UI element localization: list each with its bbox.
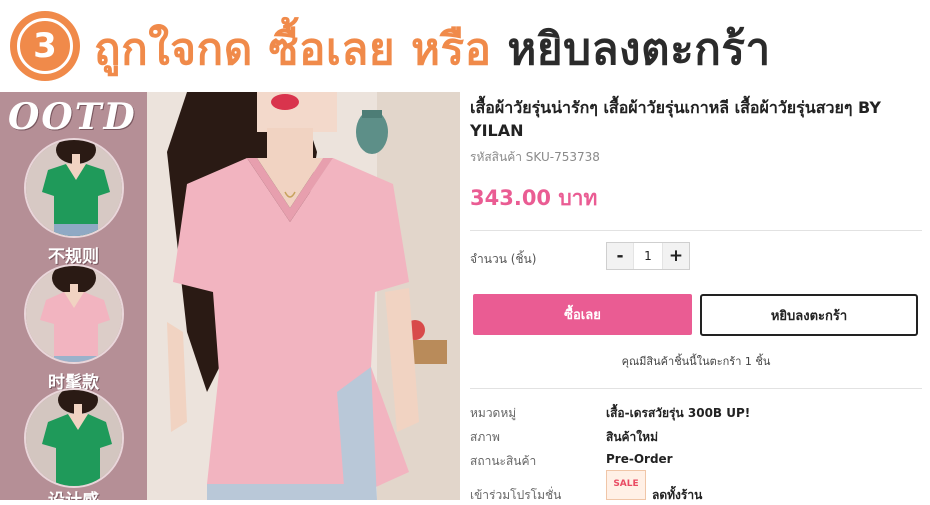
cart-status-note: คุณมีสินค้าชิ้นนี้ในตะกร้า 1 ชิ้น xyxy=(621,355,771,368)
condition-value: สินค้าใหม่ xyxy=(606,430,658,444)
ootd-logo: OOTD xyxy=(8,96,137,138)
condition-label: สภาพ xyxy=(470,430,500,444)
category-value[interactable]: เสื้อ-เดรสวัยรุ่น 300B UP! xyxy=(606,404,750,423)
buy-now-button[interactable]: ซื้อเลย xyxy=(473,294,692,335)
promotion-sale-badge[interactable]: SALE xyxy=(606,470,646,500)
step-number-badge: 3 xyxy=(10,11,80,81)
category-label: หมวดหมู่ xyxy=(470,406,517,420)
step-number: 3 xyxy=(17,18,73,74)
sale-badge-text: SALE xyxy=(613,479,639,489)
instruction-text-part3: หยิบลงตะกร้า xyxy=(507,24,771,75)
pink-shirt-thumbnail xyxy=(24,264,124,364)
status-label: สถานะสินค้า xyxy=(470,454,537,468)
quantity-increase-button[interactable]: + xyxy=(663,243,689,269)
green-shirt-thumbnail xyxy=(24,138,124,238)
instruction-text: ถูกใจกด ซื้อเลย หรือ หยิบลงตะกร้า xyxy=(94,14,771,84)
promotion-value[interactable]: ลดทั้งร้าน xyxy=(652,486,702,505)
add-to-cart-button[interactable]: หยิบลงตะกร้า xyxy=(700,294,918,336)
product-price: 343.00 บาท xyxy=(470,186,598,210)
instruction-text-part1: ถูกใจกด xyxy=(94,24,269,75)
promotion-label: เข้าร่วมโปรโมชั่น xyxy=(470,488,562,502)
divider xyxy=(470,388,922,389)
gallery-caption-3: 设计感 xyxy=(0,486,147,500)
status-value: Pre-Order xyxy=(606,452,673,466)
product-sku: รหัสสินค้า SKU-753738 xyxy=(470,150,600,164)
quantity-stepper[interactable]: - 1 + xyxy=(606,242,690,270)
style-gallery-strip: OOTD 不规则 时髦款 xyxy=(0,92,147,500)
quantity-label: จำนวน (ชิ้น) xyxy=(470,252,537,266)
instruction-text-part2: ซื้อเลย หรือ xyxy=(268,24,508,75)
product-image[interactable]: OOTD 不规则 时髦款 xyxy=(0,92,460,500)
instruction-header: 3 ถูกใจกด ซื้อเลย หรือ หยิบลงตะกร้า xyxy=(0,0,930,90)
green-shirt-thumbnail-2 xyxy=(24,388,124,488)
quantity-decrease-button[interactable]: - xyxy=(607,243,633,269)
model-photo xyxy=(147,92,460,500)
product-title: เสื้อผ้าวัยรุ่นน่ารักๆ เสื้อผ้าวัยรุ่นเก… xyxy=(470,98,881,140)
divider xyxy=(470,230,922,231)
quantity-input[interactable]: 1 xyxy=(633,243,663,269)
